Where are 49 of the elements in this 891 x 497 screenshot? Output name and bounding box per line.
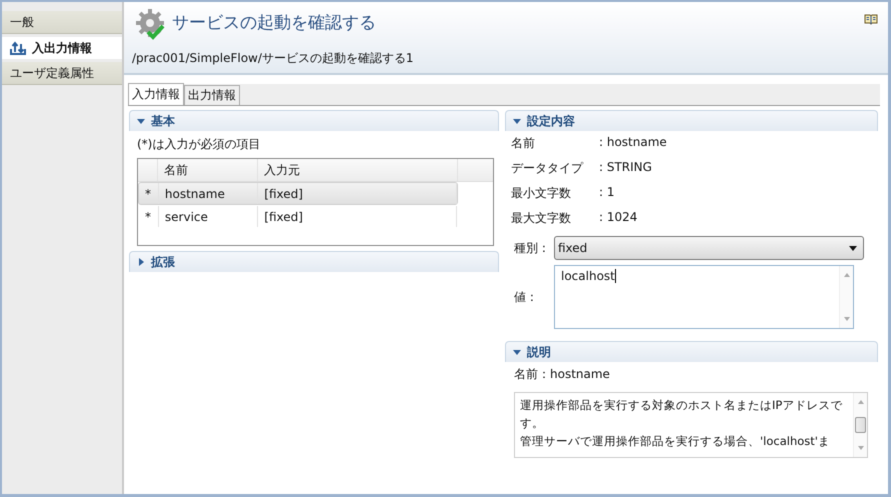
section-title: 設定内容	[527, 112, 575, 130]
sidebar-item[interactable]: ユーザ定義属性	[2, 62, 122, 85]
property-value: : STRING	[599, 160, 652, 176]
flow-path: /prac001/SimpleFlow/サービスの起動を確認する1	[132, 50, 415, 67]
scroll-thumb[interactable]	[855, 417, 866, 433]
section-header[interactable]: 説明	[505, 341, 878, 362]
description-name: 名前：hostname	[513, 366, 611, 383]
property-label: 最大文字数	[511, 210, 572, 227]
table-row[interactable]: * service [fixed]	[138, 205, 458, 228]
dropdown-arrow-icon	[849, 246, 857, 250]
section-header[interactable]: 拡張	[129, 251, 499, 272]
scroll-down-icon[interactable]	[842, 316, 850, 322]
page-title: サービスの起動を確認する	[172, 12, 376, 34]
section-header[interactable]: 設定内容	[505, 110, 878, 131]
scroll-down-icon[interactable]	[856, 445, 864, 451]
property-value: : 1024	[599, 210, 638, 226]
sidebar-item[interactable]: 一般	[2, 11, 122, 34]
tab[interactable]: 入力情報	[128, 83, 184, 105]
table-cell: [fixed]	[258, 183, 457, 204]
tab[interactable]: 出力情報	[184, 85, 240, 105]
book-icon[interactable]	[864, 14, 878, 25]
table-cell: hostname	[158, 183, 258, 204]
required-note: (*)は入力が必須の項目	[136, 136, 262, 153]
table-cell: *	[139, 183, 159, 204]
value-field[interactable]: localhost	[554, 265, 854, 329]
field-label: 値 :	[514, 288, 535, 306]
table-cell: [fixed]	[258, 206, 457, 227]
scroll-up-icon[interactable]	[856, 399, 864, 405]
scroll-up-icon[interactable]	[842, 272, 850, 278]
property-value: : 1	[599, 185, 614, 201]
section-title: 基本	[151, 112, 175, 130]
description-text: 運用操作部品を実行する対象のホスト名またはIPアドレスです。	[520, 397, 844, 432]
section-title: 説明	[527, 344, 551, 360]
property-label: データタイプ	[511, 160, 584, 177]
sidebar-item[interactable]: 入出力情報	[2, 37, 122, 59]
table-row[interactable]: * hostname [fixed]	[138, 182, 458, 205]
table-cell: service	[158, 206, 258, 227]
upload-download-icon	[10, 41, 26, 55]
property-label: 最小文字数	[511, 185, 572, 202]
column-header[interactable]: 入力元	[258, 159, 458, 181]
section-header[interactable]: 基本	[129, 110, 499, 131]
column-header[interactable]: 名前	[158, 159, 258, 181]
table-cell: *	[139, 206, 159, 227]
property-value: : hostname	[599, 135, 667, 151]
field-label: 種別 :	[514, 240, 547, 256]
property-label: 名前	[511, 135, 536, 152]
section-title: 拡張	[151, 254, 175, 270]
type-dropdown[interactable]: fixed	[554, 236, 864, 260]
description-text: 管理サーバで運用操作部品を実行する場合、'localhost'ま	[520, 433, 831, 450]
